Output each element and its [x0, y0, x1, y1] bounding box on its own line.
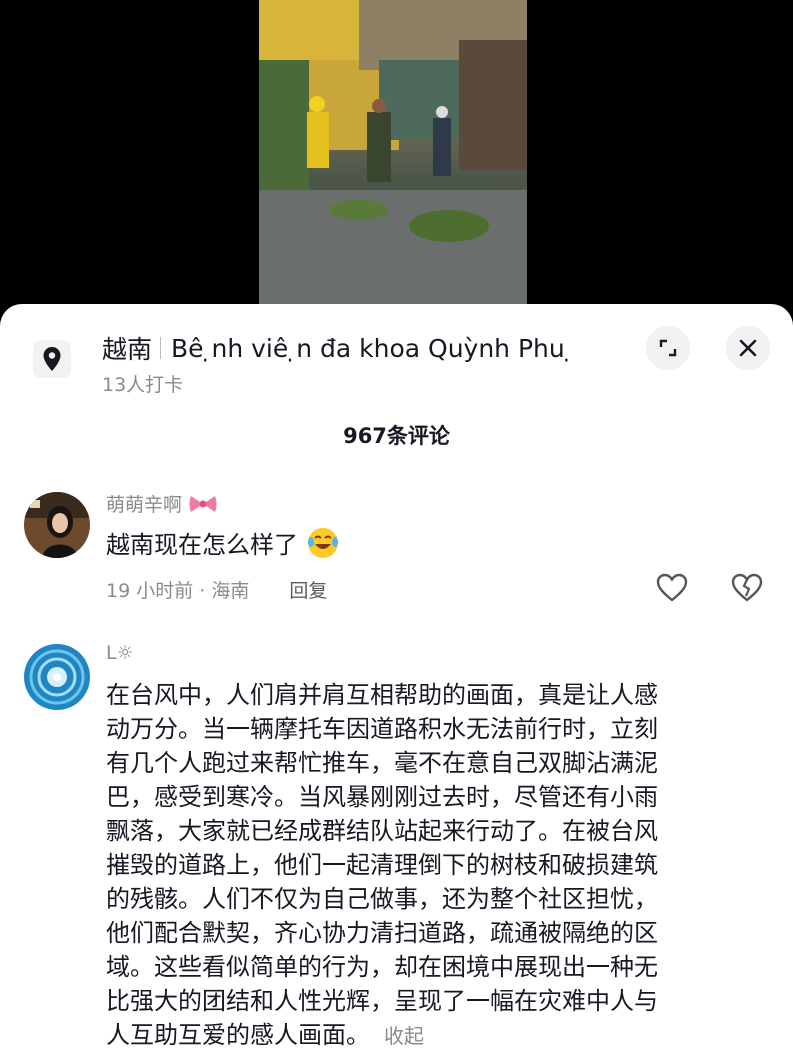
video-frame[interactable] — [259, 0, 527, 304]
laugh-cry-emoji-icon — [307, 528, 338, 558]
comment-line: 他们配合默契，齐心协力清扫道路，疏通被隔绝的区 — [106, 919, 658, 947]
comment-meta: 19 小时前 · 海南 回复 — [106, 576, 327, 603]
video-scene-image — [259, 0, 527, 304]
location-pin-icon — [33, 340, 71, 378]
location-place: Bê ̣nh viê ̣n đa khoa Quỳnh Phu ̣ — [171, 333, 573, 363]
location-country: 越南 — [102, 335, 153, 364]
comment-username[interactable]: L☼ — [106, 642, 134, 664]
comment-item: 萌萌辛啊 越南现在怎么样了 19 小时前 · 海南 回复 — [0, 484, 793, 614]
dislike-broken-heart-icon[interactable] — [731, 572, 763, 604]
comment-line: 动万分。当一辆摩托车因道路积水无法前行时，立刻 — [106, 715, 658, 743]
avatar[interactable] — [24, 644, 90, 710]
comment-text: 在台风中，人们肩并肩互相帮助的画面，真是让人感 动万分。当一辆摩托车因道路积水无… — [106, 678, 658, 1053]
comment-line: 的残骸。人们不仅为自己做事，还为整个社区担忧， — [106, 885, 658, 913]
close-icon — [739, 339, 757, 357]
comment-line: 摧毁的道路上，他们一起清理倒下的树枝和破损建筑 — [106, 851, 658, 879]
expand-icon — [659, 339, 677, 357]
location-title[interactable]: 越南 Bê ̣nh viê ̣n đa khoa Quỳnh Phu ̣ — [102, 330, 632, 366]
like-heart-icon[interactable] — [656, 572, 688, 604]
comment-line: 飘落，大家就已经成群结队站起来行动了。在被台风 — [106, 817, 658, 845]
location-divider — [160, 337, 162, 359]
comment-text: 越南现在怎么样了 — [106, 526, 340, 562]
avatar[interactable] — [24, 492, 90, 558]
comment-item: L☼ 在台风中，人们肩并肩互相帮助的画面，真是让人感 动万分。当一辆摩托车因道路… — [0, 642, 793, 1062]
expand-button[interactable] — [646, 326, 690, 370]
reply-button[interactable]: 回复 — [289, 580, 327, 602]
comment-time-location: 19 小时前 · 海南 — [106, 580, 250, 602]
comment-line: 比强大的团结和人性光辉，呈现了一幅在灾难中人与 — [106, 987, 658, 1015]
bow-emoji-icon — [189, 496, 217, 512]
close-button[interactable] — [726, 326, 770, 370]
comment-line: 有几个人跑过来帮忙推车，毫不在意自己双脚沾满泥 — [106, 749, 658, 777]
comment-line: 巴，感受到寒冷。当风暴刚刚过去时，尽管还有小雨 — [106, 783, 658, 811]
comment-line: 域。这些看似简单的行为，却在困境中展现出一种无 — [106, 953, 658, 981]
video-player[interactable] — [0, 0, 793, 330]
collapse-button[interactable]: 收起 — [384, 1024, 424, 1048]
comments-sheet: 越南 Bê ̣nh viê ̣n đa khoa Quỳnh Phu ̣ 13人… — [0, 304, 793, 1063]
location-bar[interactable]: 越南 Bê ̣nh viê ̣n đa khoa Quỳnh Phu ̣ 13人… — [0, 304, 793, 404]
comment-last-line: 人互助互爱的感人画面。 收起 — [106, 1021, 424, 1049]
comment-count: 967条评论 — [343, 424, 450, 448]
comment-username[interactable]: 萌萌辛啊 — [106, 490, 218, 517]
checkin-count: 13人打卡 — [102, 374, 184, 396]
comment-line: 在台风中，人们肩并肩互相帮助的画面，真是让人感 — [106, 681, 658, 709]
